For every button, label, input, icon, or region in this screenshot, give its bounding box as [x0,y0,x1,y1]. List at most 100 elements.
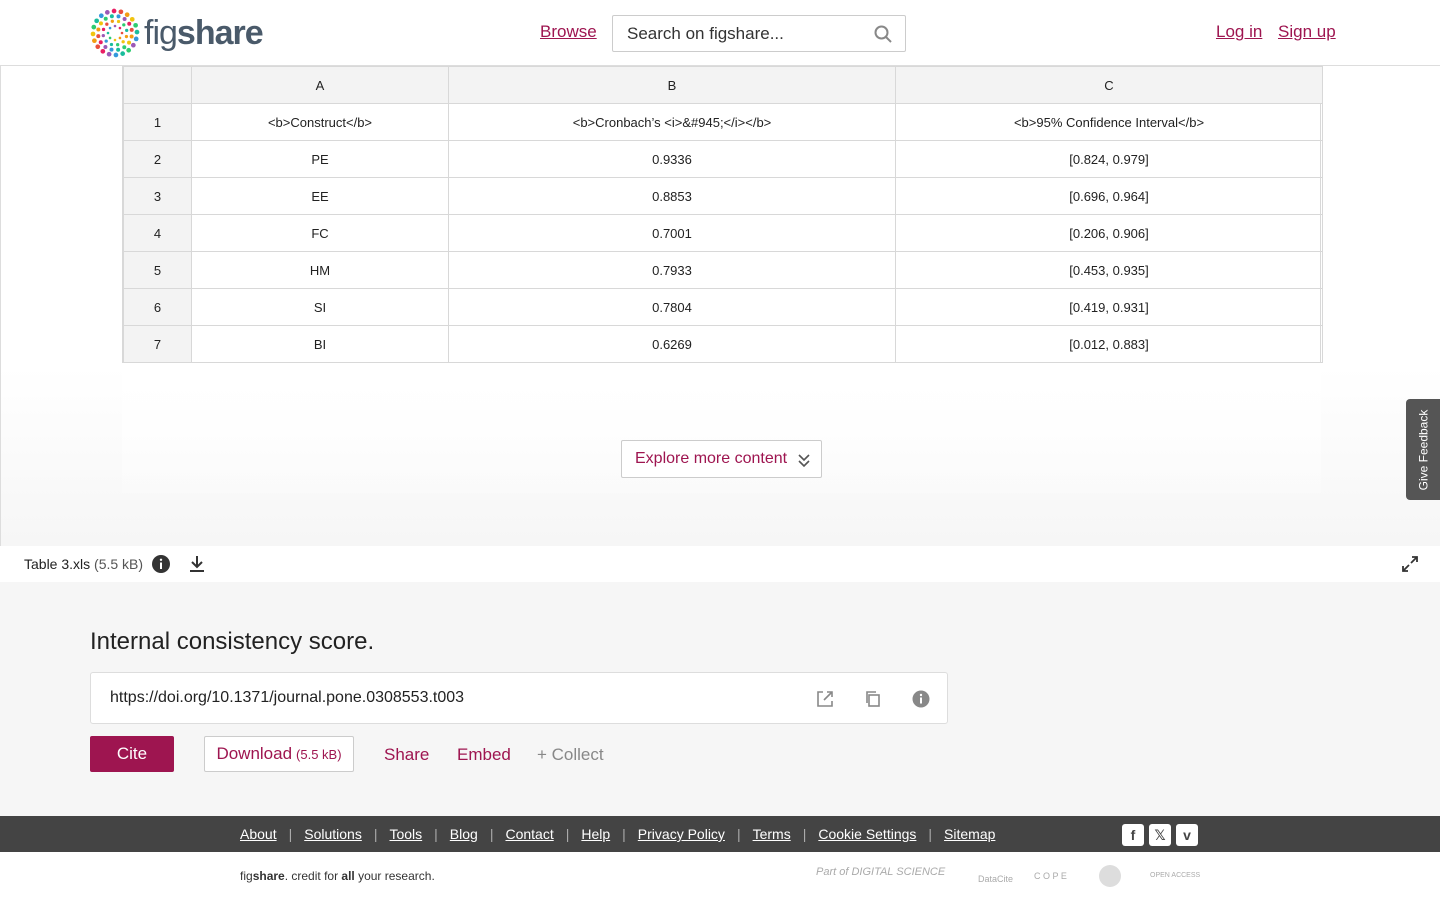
table-row: 5 HM 0.7933 [0.453, 0.935] [123,251,1323,289]
logo-dot [100,48,106,54]
spreadsheet-preview: A B C 1 <b>Construct</b> <b>Cronbach’s <i>&#9… [122,66,1323,363]
footer-link-privacy-policy[interactable]: Privacy Policy [638,826,725,842]
logo-dot [106,51,112,57]
footer-tagline: figshare. credit for all your research. [240,869,435,883]
give-feedback-tab[interactable]: Give Feedback [1406,399,1440,500]
table-cell: [0.824, 0.979] [895,140,1323,178]
footer-separator: | [928,826,933,842]
footer-nav: About | Solutions | Tools | Blog | Contact | Help |… [0,816,1440,852]
logo-dot [133,22,138,28]
doi-link[interactable]: https://doi.org/10.1371/journal.pone.030… [110,689,464,707]
logo-dot [98,21,103,26]
table-cell: [0.419, 0.931] [895,288,1323,326]
table-cell: 0.7001 [448,214,896,252]
double-chevron-down-icon [798,454,810,468]
footer-separator: | [622,826,626,842]
table-cell: <b>95% Confidence Interval</b> [895,103,1323,141]
doi-box: https://doi.org/10.1371/journal.pone.030… [90,672,948,724]
footer-link-solutions[interactable]: Solutions [304,826,362,842]
search-icon[interactable] [873,24,893,44]
logo-dot [130,42,136,48]
table-cell: 0.7804 [448,288,896,326]
corner-cell [123,66,192,104]
copy-icon[interactable] [863,689,883,709]
table-cell: 0.6269 [448,325,896,363]
datacite-logo[interactable]: DataCite [978,874,1013,884]
file-size: (5.5 kB) [94,556,144,572]
logo-dot [120,31,124,35]
logo-dot [118,26,122,30]
file-preview: A B C 1 <b>Construct</b> <b>Cronbach’s <i>&#9… [0,66,1440,546]
logo-dot [133,36,139,42]
footer-link-sitemap[interactable]: Sitemap [944,826,995,842]
file-bar: Table 3.xls (5.5 kB) [0,546,1440,582]
logo-dot [120,51,126,56]
external-link-icon[interactable] [815,689,835,709]
table-row: 4 FC 0.7001 [0.206, 0.906] [123,214,1323,252]
logo-dot [103,16,108,21]
search-box[interactable] [612,15,906,52]
logo-dot [122,16,127,21]
search-input[interactable] [613,23,863,44]
figshare-logo[interactable]: figshare [90,8,264,58]
facebook-icon[interactable]: f [1122,824,1144,846]
cite-button[interactable]: Cite [90,736,174,772]
table-cell: EE [191,177,449,215]
row-number: 1 [123,103,192,141]
cope-logo[interactable]: C O P E [1034,871,1067,881]
row-number: 6 [123,288,192,326]
seal-logo-icon[interactable] [1098,864,1122,888]
signup-link[interactable]: Sign up [1278,22,1336,42]
column-header: A [191,66,449,104]
doi-info-icon[interactable] [911,689,931,709]
logo-dot [104,39,108,43]
download-icon[interactable] [187,554,207,574]
footer-separator: | [489,826,494,842]
footer-link-contact[interactable]: Contact [505,826,553,842]
open-access-logo[interactable]: OPEN ACCESS [1150,872,1200,879]
digital-science-logo[interactable]: Part of DIGITAL SCIENCE [816,866,945,878]
footer-separator: | [565,826,570,842]
x-twitter-icon[interactable]: 𝕏 [1149,824,1171,846]
item-details: Internal consistency score. https://doi.… [0,582,1440,816]
share-link[interactable]: Share [384,745,429,765]
footer-link-cookie-settings[interactable]: Cookie Settings [818,826,916,842]
table-cell: HM [191,251,449,289]
download-button[interactable]: Download (5.5 kB) [204,736,354,772]
table-cell: PE [191,140,449,178]
fullscreen-icon[interactable] [1400,554,1420,574]
table-cell: <b>Cronbach’s <i>&#945;</i></b> [448,103,896,141]
logo-dot [109,42,114,47]
footer-link-help[interactable]: Help [581,826,610,842]
logo-dot [111,8,117,14]
logo-dot [104,10,110,15]
table-cell: [0.012, 0.883] [895,325,1323,363]
logo-dot [129,27,134,32]
embed-link[interactable]: Embed [457,745,511,765]
column-header-row: ABC [123,66,1323,104]
collect-link[interactable]: + Collect [537,745,604,765]
footer-separator: | [288,826,293,842]
explore-more-button[interactable]: Explore more content [621,440,822,478]
browse-link[interactable]: Browse [540,22,597,42]
logo-dot [118,36,122,40]
table-row: 2 PE 0.9336 [0.824, 0.979] [123,140,1323,178]
footer-link-tools[interactable]: Tools [389,826,422,842]
table-cell: [0.696, 0.964] [895,177,1323,215]
logo-dot [90,31,96,37]
login-link[interactable]: Log in [1216,22,1262,42]
info-icon[interactable] [151,554,171,574]
footer-link-terms[interactable]: Terms [753,826,791,842]
footer-link-blog[interactable]: Blog [450,826,478,842]
footer-separator: | [434,826,438,842]
table-row: 6 SI 0.7804 [0.419, 0.931] [123,288,1323,326]
vimeo-icon[interactable]: v [1176,824,1198,846]
logo-dot [103,45,108,50]
logo-dot [116,43,120,47]
logo-dot [113,24,117,28]
footer-links: About | Solutions | Tools | Blog | Contact | Help |… [240,826,995,842]
logo-text: figshare [144,13,264,52]
footer-link-about[interactable]: About [240,826,277,842]
footer-separator: | [373,826,378,842]
table-cell: 0.8853 [448,177,896,215]
